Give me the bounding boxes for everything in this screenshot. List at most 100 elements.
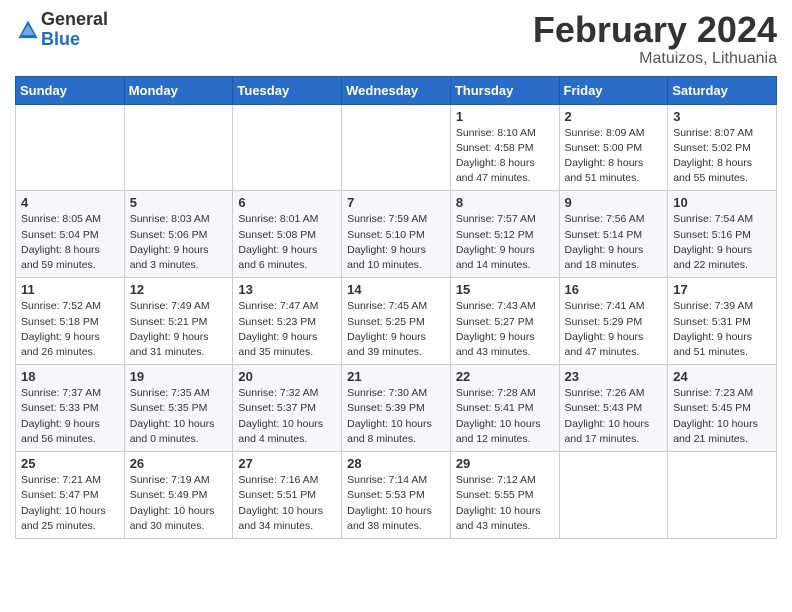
day-info: Sunrise: 7:43 AMSunset: 5:27 PMDaylight:… — [456, 299, 554, 360]
day-number: 12 — [130, 282, 228, 297]
week-row-5: 25Sunrise: 7:21 AMSunset: 5:47 PMDayligh… — [16, 452, 777, 539]
calendar-cell: 4 Sunrise: 8:05 AMSunset: 5:04 PMDaylight… — [16, 191, 125, 278]
day-info: Sunrise: 7:54 AMSunset: 5:16 PMDaylight:… — [673, 212, 771, 273]
day-number: 23 — [565, 369, 663, 384]
calendar-cell: 1 Sunrise: 8:10 AMSunset: 4:58 PMDaylight… — [450, 104, 559, 191]
day-number: 17 — [673, 282, 771, 297]
calendar-cell: 10 Sunrise: 7:54 AMSunset: 5:16 PMDayligh… — [668, 191, 777, 278]
calendar-cell: 26 Sunrise: 7:19 AMSunset: 5:49 PMDayligh… — [124, 452, 233, 539]
calendar-cell: 12 Sunrise: 7:49 AMSunset: 5:21 PMDayligh… — [124, 278, 233, 365]
calendar-cell: 6 Sunrise: 8:01 AMSunset: 5:08 PMDaylight… — [233, 191, 342, 278]
day-info: Sunrise: 8:05 AMSunset: 5:04 PMDaylight:… — [21, 212, 119, 273]
title-area: February 2024 Matuizos, Lithuania — [533, 10, 777, 68]
day-number: 14 — [347, 282, 445, 297]
calendar-cell: 15 Sunrise: 7:43 AMSunset: 5:27 PMDayligh… — [450, 278, 559, 365]
weekday-header-thursday: Thursday — [450, 76, 559, 104]
day-info: Sunrise: 7:59 AMSunset: 5:10 PMDaylight:… — [347, 212, 445, 273]
month-year: February 2024 — [533, 10, 777, 50]
day-number: 19 — [130, 369, 228, 384]
calendar-cell: 3 Sunrise: 8:07 AMSunset: 5:02 PMDaylight… — [668, 104, 777, 191]
weekday-header-friday: Friday — [559, 76, 668, 104]
calendar-cell: 22 Sunrise: 7:28 AMSunset: 5:41 PMDayligh… — [450, 365, 559, 452]
calendar-cell: 16 Sunrise: 7:41 AMSunset: 5:29 PMDayligh… — [559, 278, 668, 365]
day-number: 15 — [456, 282, 554, 297]
week-row-1: 1 Sunrise: 8:10 AMSunset: 4:58 PMDaylight… — [16, 104, 777, 191]
day-number: 29 — [456, 456, 554, 471]
day-number: 26 — [130, 456, 228, 471]
week-row-2: 4 Sunrise: 8:05 AMSunset: 5:04 PMDaylight… — [16, 191, 777, 278]
calendar-cell: 21 Sunrise: 7:30 AMSunset: 5:39 PMDayligh… — [342, 365, 451, 452]
day-info: Sunrise: 8:10 AMSunset: 4:58 PMDaylight:… — [456, 126, 554, 187]
day-info: Sunrise: 7:52 AMSunset: 5:18 PMDaylight:… — [21, 299, 119, 360]
calendar-cell: 29 Sunrise: 7:12 AMSunset: 5:55 PMDayligh… — [450, 452, 559, 539]
logo: General Blue — [15, 10, 108, 50]
calendar-cell — [342, 104, 451, 191]
day-info: Sunrise: 7:16 AMSunset: 5:51 PMDaylight:… — [238, 473, 336, 534]
header: General Blue February 2024 Matuizos, Lit… — [15, 10, 777, 68]
weekday-header-sunday: Sunday — [16, 76, 125, 104]
calendar-cell: 24Sunrise: 7:23 AMSunset: 5:45 PMDayligh… — [668, 365, 777, 452]
day-info: Sunrise: 8:03 AMSunset: 5:06 PMDaylight:… — [130, 212, 228, 273]
day-info: Sunrise: 7:45 AMSunset: 5:25 PMDaylight:… — [347, 299, 445, 360]
day-number: 24 — [673, 369, 771, 384]
calendar-cell: 25Sunrise: 7:21 AMSunset: 5:47 PMDayligh… — [16, 452, 125, 539]
calendar-cell: 20Sunrise: 7:32 AMSunset: 5:37 PMDayligh… — [233, 365, 342, 452]
day-number: 1 — [456, 109, 554, 124]
day-info: Sunrise: 7:19 AMSunset: 5:49 PMDaylight:… — [130, 473, 228, 534]
day-number: 25 — [21, 456, 119, 471]
weekday-header-tuesday: Tuesday — [233, 76, 342, 104]
calendar-cell: 7 Sunrise: 7:59 AMSunset: 5:10 PMDaylight… — [342, 191, 451, 278]
calendar-cell: 14 Sunrise: 7:45 AMSunset: 5:25 PMDayligh… — [342, 278, 451, 365]
weekday-header-monday: Monday — [124, 76, 233, 104]
calendar-body: 1 Sunrise: 8:10 AMSunset: 4:58 PMDaylight… — [16, 104, 777, 538]
day-info: Sunrise: 8:09 AMSunset: 5:00 PMDaylight:… — [565, 126, 663, 187]
day-info: Sunrise: 7:35 AMSunset: 5:35 PMDaylight:… — [130, 386, 228, 447]
calendar-cell: 5 Sunrise: 8:03 AMSunset: 5:06 PMDaylight… — [124, 191, 233, 278]
day-number: 7 — [347, 195, 445, 210]
day-info: Sunrise: 7:41 AMSunset: 5:29 PMDaylight:… — [565, 299, 663, 360]
day-info: Sunrise: 7:26 AMSunset: 5:43 PMDaylight:… — [565, 386, 663, 447]
day-number: 6 — [238, 195, 336, 210]
calendar-cell: 13 Sunrise: 7:47 AMSunset: 5:23 PMDayligh… — [233, 278, 342, 365]
day-info: Sunrise: 7:28 AMSunset: 5:41 PMDaylight:… — [456, 386, 554, 447]
day-number: 9 — [565, 195, 663, 210]
day-number: 2 — [565, 109, 663, 124]
week-row-4: 18Sunrise: 7:37 AMSunset: 5:33 PMDayligh… — [16, 365, 777, 452]
day-info: Sunrise: 7:12 AMSunset: 5:55 PMDaylight:… — [456, 473, 554, 534]
day-number: 21 — [347, 369, 445, 384]
calendar-cell: 8Sunrise: 7:57 AMSunset: 5:12 PMDaylight… — [450, 191, 559, 278]
logo-blue-text: Blue — [41, 30, 108, 50]
day-number: 28 — [347, 456, 445, 471]
day-info: Sunrise: 7:49 AMSunset: 5:21 PMDaylight:… — [130, 299, 228, 360]
calendar-cell: 18Sunrise: 7:37 AMSunset: 5:33 PMDayligh… — [16, 365, 125, 452]
day-number: 10 — [673, 195, 771, 210]
weekday-header-saturday: Saturday — [668, 76, 777, 104]
day-number: 16 — [565, 282, 663, 297]
day-info: Sunrise: 8:01 AMSunset: 5:08 PMDaylight:… — [238, 212, 336, 273]
day-info: Sunrise: 8:07 AMSunset: 5:02 PMDaylight:… — [673, 126, 771, 187]
location: Matuizos, Lithuania — [533, 50, 777, 68]
calendar-cell: 23 Sunrise: 7:26 AMSunset: 5:43 PMDayligh… — [559, 365, 668, 452]
day-number: 13 — [238, 282, 336, 297]
calendar-cell: 28 Sunrise: 7:14 AMSunset: 5:53 PMDayligh… — [342, 452, 451, 539]
day-number: 5 — [130, 195, 228, 210]
calendar-cell — [559, 452, 668, 539]
day-info: Sunrise: 7:37 AMSunset: 5:33 PMDaylight:… — [21, 386, 119, 447]
calendar-table: SundayMondayTuesdayWednesdayThursdayFrid… — [15, 76, 777, 539]
day-info: Sunrise: 7:56 AMSunset: 5:14 PMDaylight:… — [565, 212, 663, 273]
calendar-cell: 11 Sunrise: 7:52 AMSunset: 5:18 PMDayligh… — [16, 278, 125, 365]
day-info: Sunrise: 7:14 AMSunset: 5:53 PMDaylight:… — [347, 473, 445, 534]
weekday-header-wednesday: Wednesday — [342, 76, 451, 104]
calendar-cell — [124, 104, 233, 191]
day-number: 11 — [21, 282, 119, 297]
logo-general-text: General — [41, 10, 108, 30]
day-info: Sunrise: 7:30 AMSunset: 5:39 PMDaylight:… — [347, 386, 445, 447]
day-number: 3 — [673, 109, 771, 124]
week-row-3: 11 Sunrise: 7:52 AMSunset: 5:18 PMDayligh… — [16, 278, 777, 365]
day-info: Sunrise: 7:47 AMSunset: 5:23 PMDaylight:… — [238, 299, 336, 360]
calendar-cell — [668, 452, 777, 539]
day-number: 22 — [456, 369, 554, 384]
day-number: 4 — [21, 195, 119, 210]
calendar-cell: 27Sunrise: 7:16 AMSunset: 5:51 PMDayligh… — [233, 452, 342, 539]
day-info: Sunrise: 7:32 AMSunset: 5:37 PMDaylight:… — [238, 386, 336, 447]
